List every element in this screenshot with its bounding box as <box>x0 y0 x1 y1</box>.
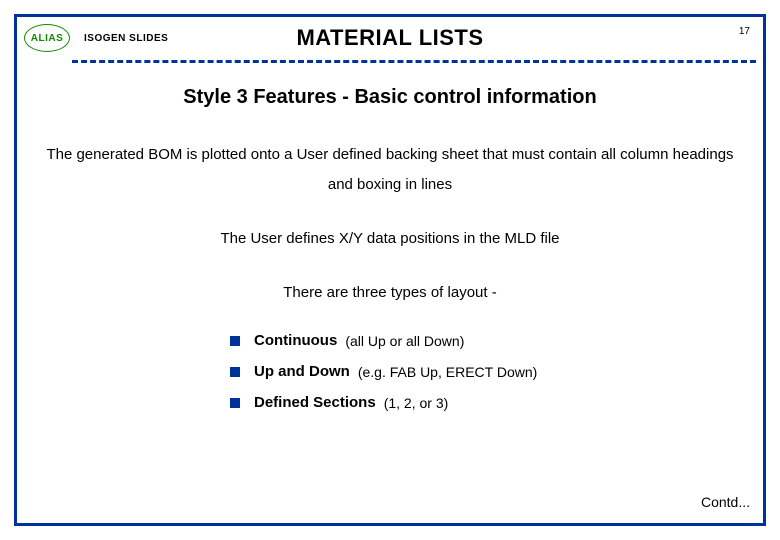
list-note: (all Up or all Down) <box>345 333 464 349</box>
paragraph-2: The User defines X/Y data positions in t… <box>40 224 740 254</box>
square-bullet-icon <box>230 398 240 408</box>
list-term: Up and Down <box>254 363 350 380</box>
square-bullet-icon <box>230 367 240 377</box>
alias-badge: ALIAS <box>24 24 70 52</box>
slide-body: The generated BOM is plotted onto a User… <box>40 140 740 425</box>
section-title: Style 3 Features - Basic control informa… <box>0 86 780 109</box>
list-term: Defined Sections <box>254 394 376 411</box>
layout-list: Continuous (all Up or all Down) Up and D… <box>230 332 740 411</box>
header-title: MATERIAL LISTS <box>18 25 762 51</box>
paragraph-1: The generated BOM is plotted onto a User… <box>40 140 740 200</box>
paragraph-3: There are three types of layout - <box>40 278 740 308</box>
list-term: Continuous <box>254 332 337 349</box>
list-item: Continuous (all Up or all Down) <box>230 332 740 349</box>
list-item: Up and Down (e.g. FAB Up, ERECT Down) <box>230 363 740 380</box>
square-bullet-icon <box>230 336 240 346</box>
slide-header: ALIAS ISOGEN SLIDES MATERIAL LISTS 17 <box>18 18 762 58</box>
list-note: (e.g. FAB Up, ERECT Down) <box>358 364 537 380</box>
list-note: (1, 2, or 3) <box>384 395 449 411</box>
list-item: Defined Sections (1, 2, or 3) <box>230 394 740 411</box>
continued-label: Contd... <box>701 494 750 510</box>
header-divider <box>72 60 756 63</box>
page-number: 17 <box>739 26 750 37</box>
